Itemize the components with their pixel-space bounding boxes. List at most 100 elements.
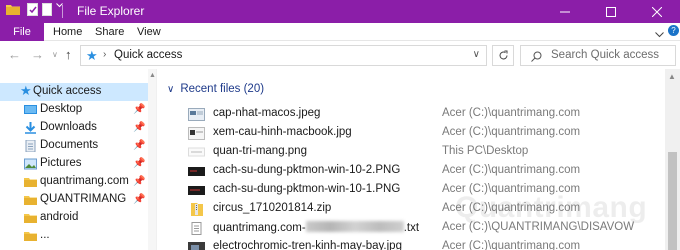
scroll-up-icon[interactable]: ▲ bbox=[149, 72, 156, 79]
pin-icon[interactable]: 📌 bbox=[133, 194, 145, 205]
minimize-icon bbox=[560, 11, 570, 12]
file-name: quan-tri-mang.png bbox=[213, 145, 307, 157]
close-button[interactable] bbox=[634, 0, 680, 23]
file-name: cach-su-dung-pktmon-win-10-2.PNG bbox=[213, 164, 401, 176]
nav-item-quantrimang[interactable]: QUANTRIMANG 📌 bbox=[0, 191, 148, 209]
folder-icon bbox=[24, 196, 37, 205]
list-item[interactable]: quan-tri-mang.png This PC\Desktop bbox=[157, 143, 665, 162]
content-scrollbar[interactable]: ▲ bbox=[665, 69, 680, 250]
maximize-icon bbox=[606, 6, 616, 17]
minimize-button[interactable] bbox=[542, 0, 588, 23]
list-item[interactable]: circus_1710201814.zip Acer (C:)\quantrim… bbox=[157, 200, 665, 219]
zip-icon bbox=[191, 203, 203, 216]
ribbon: File Home Share View ? bbox=[0, 23, 680, 41]
back-arrow-icon[interactable]: ← bbox=[8, 47, 21, 62]
nav-item-folder[interactable]: ... bbox=[0, 227, 148, 245]
title-bar: File Explorer bbox=[0, 0, 680, 23]
list-item[interactable]: cach-su-dung-pktmon-win-10-1.PNG Acer (C… bbox=[157, 181, 665, 200]
search-input[interactable]: Search Quick access bbox=[520, 45, 676, 66]
pin-icon[interactable]: 📌 bbox=[133, 176, 145, 187]
list-item[interactable]: electrochromic-tren-kinh-may-bay.jpg Ace… bbox=[157, 238, 665, 250]
list-item[interactable]: quantrimang.com- .txt Acer (C:)\QUANTRIMA… bbox=[157, 219, 665, 238]
nav-item-label: QUANTRIMANG bbox=[40, 193, 127, 205]
file-list: ∨ Recent files (20) Quantrimang cap-nhat-… bbox=[157, 69, 665, 250]
file-name: xem-cau-hinh-macbook.jpg bbox=[213, 126, 352, 138]
recent-locations-icon[interactable]: ∨ bbox=[52, 50, 58, 59]
list-item[interactable]: cap-nhat-macos.jpeg Acer (C:)\quantriman… bbox=[157, 105, 665, 124]
nav-item-android[interactable]: android bbox=[0, 209, 148, 227]
chevron-down-icon[interactable]: ∨ bbox=[167, 84, 174, 95]
tab-file[interactable]: File bbox=[0, 23, 44, 41]
pin-icon[interactable]: 📌 bbox=[133, 122, 145, 133]
file-name-prefix: quantrimang.com- bbox=[213, 222, 306, 234]
up-arrow-icon[interactable]: ↑ bbox=[65, 47, 72, 62]
tab-home[interactable]: Home bbox=[53, 23, 82, 41]
image-thumbnail-icon bbox=[188, 167, 205, 176]
maximize-button[interactable] bbox=[588, 0, 634, 23]
pin-icon[interactable]: 📌 bbox=[133, 140, 145, 151]
documents-icon bbox=[25, 140, 36, 152]
section-title: Recent files (20) bbox=[180, 83, 265, 95]
file-name: electrochromic-tren-kinh-may-bay.jpg bbox=[213, 240, 402, 250]
file-name: cap-nhat-macos.jpeg bbox=[213, 107, 321, 119]
nav-item-documents[interactable]: Documents 📌 bbox=[0, 137, 148, 155]
nav-item-quantrimang-com[interactable]: quantrimang.com 📌 bbox=[0, 173, 148, 191]
nav-item-label: Quick access bbox=[33, 85, 102, 97]
pin-icon[interactable]: 📌 bbox=[133, 104, 145, 115]
new-folder-icon[interactable] bbox=[42, 3, 53, 16]
star-icon: ★ bbox=[20, 83, 32, 98]
download-icon bbox=[25, 122, 36, 134]
file-location: Acer (C:)\quantrimang.com bbox=[442, 107, 581, 119]
image-thumbnail-icon bbox=[188, 108, 205, 121]
list-item[interactable]: cach-su-dung-pktmon-win-10-2.PNG Acer (C… bbox=[157, 162, 665, 181]
nav-item-quick-access[interactable]: ★ Quick access bbox=[0, 83, 148, 101]
tab-view[interactable]: View bbox=[137, 23, 161, 41]
star-icon: ★ bbox=[86, 48, 98, 63]
section-header[interactable]: ∨ Recent files (20) bbox=[167, 83, 264, 95]
desktop-icon bbox=[24, 105, 37, 114]
image-thumbnail-icon bbox=[188, 147, 205, 157]
image-thumbnail-icon bbox=[188, 242, 205, 250]
divider bbox=[62, 5, 63, 18]
pictures-icon bbox=[24, 158, 37, 170]
image-thumbnail-icon bbox=[188, 127, 205, 140]
chevron-down-icon[interactable]: ∨ bbox=[473, 49, 480, 60]
close-icon bbox=[652, 6, 662, 17]
file-location: Acer (C:)\quantrimang.com bbox=[442, 183, 581, 195]
folder-icon bbox=[24, 214, 37, 223]
nav-item-pictures[interactable]: Pictures 📌 bbox=[0, 155, 148, 173]
pin-icon[interactable]: 📌 bbox=[133, 158, 145, 169]
nav-scrollbar[interactable]: ▲ bbox=[148, 69, 156, 250]
file-location: Acer (C:)\quantrimang.com bbox=[442, 164, 581, 176]
folder-icon bbox=[24, 232, 37, 241]
nav-item-label: Desktop bbox=[40, 103, 83, 115]
nav-item-downloads[interactable]: Downloads 📌 bbox=[0, 119, 148, 137]
file-name: circus_1710201814.zip bbox=[213, 202, 332, 214]
file-location: Acer (C:)\quantrimang.com bbox=[442, 126, 581, 138]
address-row: ← → ∨ ↑ ★ › Quick access ∨ Search Quick … bbox=[0, 41, 680, 69]
nav-item-label: quantrimang.com bbox=[40, 175, 129, 187]
nav-item-desktop[interactable]: Desktop 📌 bbox=[0, 101, 148, 119]
navigation-pane: ★ Quick access Desktop 📌 Downloads 📌 Doc… bbox=[0, 69, 148, 250]
folder-icon bbox=[24, 178, 37, 187]
nav-item-label: ... bbox=[40, 229, 50, 241]
nav-item-label: android bbox=[40, 211, 79, 223]
properties-icon[interactable] bbox=[27, 3, 39, 16]
file-name: quantrimang.com- .txt bbox=[213, 221, 419, 234]
help-icon[interactable]: ? bbox=[668, 25, 679, 36]
list-item[interactable]: xem-cau-hinh-macbook.jpg Acer (C:)\quant… bbox=[157, 124, 665, 143]
forward-arrow-icon[interactable]: → bbox=[31, 47, 44, 62]
file-location: Acer (C:)\QUANTRIMANG\DISAVOW bbox=[442, 221, 635, 233]
text-file-icon bbox=[191, 222, 202, 235]
breadcrumb[interactable]: Quick access bbox=[114, 49, 182, 61]
refresh-button[interactable] bbox=[492, 45, 514, 66]
scroll-up-icon[interactable]: ▲ bbox=[668, 72, 676, 81]
scrollbar-thumb[interactable] bbox=[668, 152, 677, 250]
image-thumbnail-icon bbox=[188, 186, 205, 195]
tab-share[interactable]: Share bbox=[95, 23, 124, 41]
ribbon-expand-icon[interactable] bbox=[655, 27, 664, 41]
refresh-icon bbox=[499, 50, 507, 60]
file-location: This PC\Desktop bbox=[442, 145, 529, 157]
nav-item-label: Pictures bbox=[40, 157, 82, 169]
address-bar[interactable]: ★ › Quick access ∨ bbox=[80, 45, 487, 66]
